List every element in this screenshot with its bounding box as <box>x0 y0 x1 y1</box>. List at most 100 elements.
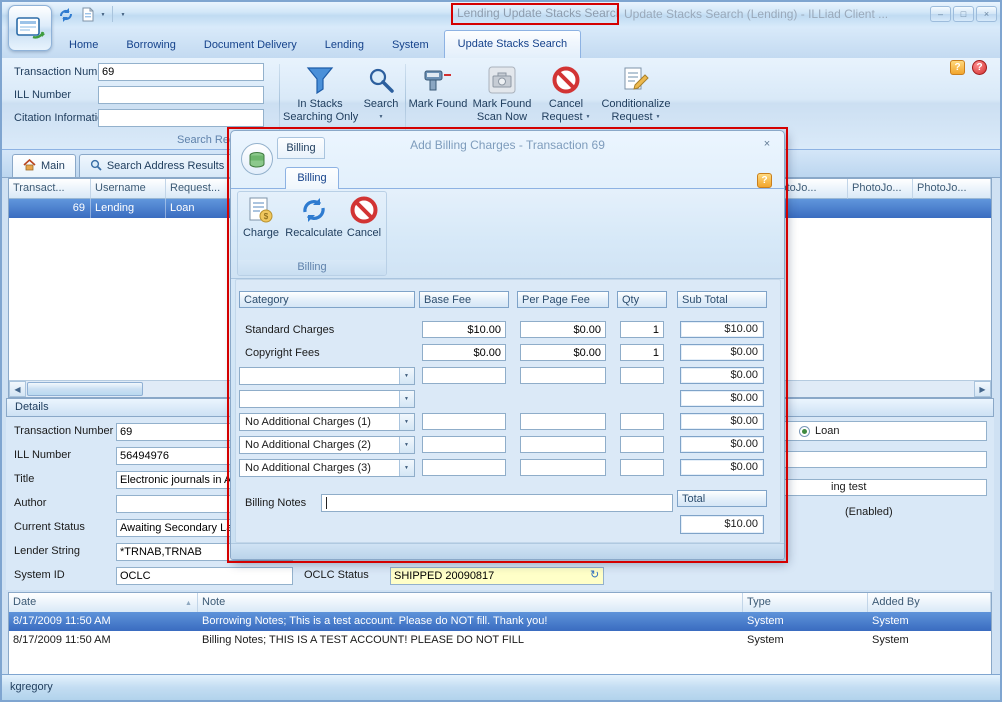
per-page-fee-input[interactable] <box>520 436 606 453</box>
refresh-icon[interactable]: ↻ <box>590 568 599 581</box>
ribbon-tab-system[interactable]: System <box>379 33 442 58</box>
per-page-fee-input[interactable] <box>520 413 606 430</box>
note-row[interactable]: 8/17/2009 11:50 AM Borrowing Notes; This… <box>9 612 991 631</box>
category-dropdown[interactable] <box>239 390 415 408</box>
base-fee-input[interactable] <box>422 367 506 384</box>
column-header-date[interactable]: Date ▲ <box>9 593 198 613</box>
note-row[interactable]: 8/17/2009 11:50 AM Billing Notes; THIS I… <box>9 631 991 650</box>
camera-icon <box>486 64 518 96</box>
category-dropdown[interactable]: No Additional Charges (1) <box>239 413 415 431</box>
chevron-down-icon[interactable] <box>399 414 414 430</box>
ribbon-tab-update-stacks-search[interactable]: Update Stacks Search <box>444 30 581 58</box>
app-logo-icon[interactable] <box>8 5 52 51</box>
column-header-added-by[interactable]: Added By <box>868 593 991 613</box>
scroll-right-button[interactable]: ▶ <box>974 381 991 397</box>
qty-input[interactable] <box>620 413 664 430</box>
ribbon-tab-document-delivery[interactable]: Document Delivery <box>191 33 310 58</box>
button-label: Searching Only <box>283 111 357 124</box>
transaction-number-input[interactable] <box>98 63 264 81</box>
ill-number-label: ILL Number <box>14 449 71 461</box>
cell-request: Loan <box>166 199 233 218</box>
citation-information-input[interactable] <box>98 109 264 127</box>
maximize-button[interactable]: □ <box>953 6 974 22</box>
ribbon-tab-bar: Home Borrowing Document Delivery Lending… <box>2 27 1000 58</box>
base-fee-input[interactable] <box>422 436 506 453</box>
column-header-transaction[interactable]: Transact... <box>9 179 91 199</box>
charge-button[interactable]: $ Charge <box>239 192 283 256</box>
category-dropdown[interactable]: No Additional Charges (2) <box>239 436 415 454</box>
per-page-fee-input[interactable] <box>520 344 606 361</box>
loan-radio-button[interactable] <box>799 426 810 437</box>
orange-help-button[interactable]: ? <box>950 60 965 75</box>
button-label: Cancel <box>343 227 385 240</box>
tab-main[interactable]: Main <box>12 154 76 177</box>
qty-input[interactable] <box>620 459 664 476</box>
tab-label: Search Address Results <box>107 160 224 172</box>
close-button[interactable]: × <box>976 6 997 22</box>
transaction-number-label: Transaction Number <box>14 425 113 437</box>
sub-total-value: $0.00 <box>680 436 764 453</box>
minimize-button[interactable]: – <box>930 6 951 22</box>
oclc-status-value[interactable] <box>390 567 604 585</box>
sub-total-value: $0.00 <box>680 344 764 361</box>
magnifier-icon <box>90 159 102 174</box>
system-id-field[interactable] <box>116 567 293 585</box>
billing-notes-input[interactable] <box>321 494 673 512</box>
per-page-fee-input[interactable] <box>520 321 606 338</box>
per-page-fee-input[interactable] <box>520 367 606 384</box>
status-user: kgregory <box>10 681 53 693</box>
loan-radio-label: Loan <box>815 425 839 437</box>
scroll-thumb[interactable] <box>27 382 143 396</box>
chevron-down-icon[interactable] <box>399 368 414 384</box>
sort-ascending-icon: ▲ <box>185 594 192 613</box>
button-label: Request <box>612 111 653 123</box>
billing-app-icon[interactable] <box>241 143 273 175</box>
chevron-down-icon[interactable] <box>399 460 414 476</box>
cell-date: 8/17/2009 11:50 AM <box>9 612 198 631</box>
chevron-down-icon[interactable] <box>399 437 414 453</box>
category-dropdown[interactable]: No Additional Charges (3) <box>239 459 415 477</box>
ribbon-tab-lending[interactable]: Lending <box>312 33 377 58</box>
dialog-tab-bar: Billing <box>231 167 784 189</box>
chevron-down-icon[interactable] <box>399 391 414 407</box>
sync-icon[interactable] <box>56 5 76 24</box>
dialog-close-button[interactable]: × <box>759 137 775 153</box>
red-help-button[interactable]: ? <box>972 60 987 75</box>
column-header-username[interactable]: Username <box>91 179 166 199</box>
scroll-left-button[interactable]: ◀ <box>9 381 26 397</box>
column-header-photojournal-2[interactable]: PhotoJo... <box>848 179 913 199</box>
base-fee-input[interactable] <box>422 344 506 361</box>
column-header-photojournal-3[interactable]: PhotoJo... <box>913 179 991 199</box>
no-entry-icon <box>550 64 582 96</box>
base-fee-input[interactable] <box>422 459 506 476</box>
ribbon-tab-borrowing[interactable]: Borrowing <box>113 33 189 58</box>
cell-added-by: System <box>868 631 991 650</box>
dropdown-value: No Additional Charges (3) <box>240 460 399 476</box>
base-fee-input[interactable] <box>422 321 506 338</box>
qat-customize-icon[interactable]: ▼ <box>116 5 130 24</box>
qat-dropdown-icon[interactable]: ▼ <box>98 5 108 24</box>
qty-input[interactable] <box>620 367 664 384</box>
qty-input[interactable] <box>620 321 664 338</box>
recalculate-button[interactable]: Recalculate <box>285 192 343 256</box>
column-header-request[interactable]: Request... <box>166 179 233 199</box>
column-header-note[interactable]: Note <box>198 593 743 613</box>
per-page-fee-input[interactable] <box>520 459 606 476</box>
base-fee-input[interactable] <box>422 413 506 430</box>
system-id-label: System ID <box>14 569 65 581</box>
column-header-type[interactable]: Type <box>743 593 868 613</box>
title-label: Title <box>14 473 34 485</box>
billing-notes-label: Billing Notes <box>245 497 306 509</box>
ribbon-separator <box>405 64 406 140</box>
cancel-button[interactable]: Cancel <box>343 192 385 256</box>
ill-number-input[interactable] <box>98 86 264 104</box>
dialog-help-button[interactable]: ? <box>757 173 772 188</box>
category-dropdown[interactable] <box>239 367 415 385</box>
qty-input[interactable] <box>620 344 664 361</box>
tab-billing[interactable]: Billing <box>285 167 339 189</box>
qty-input[interactable] <box>620 436 664 453</box>
new-request-icon[interactable] <box>78 5 98 24</box>
lender-string-label: Lender String <box>14 545 80 557</box>
tab-search-address-results[interactable]: Search Address Results <box>79 154 235 177</box>
ribbon-tab-home[interactable]: Home <box>56 33 111 58</box>
